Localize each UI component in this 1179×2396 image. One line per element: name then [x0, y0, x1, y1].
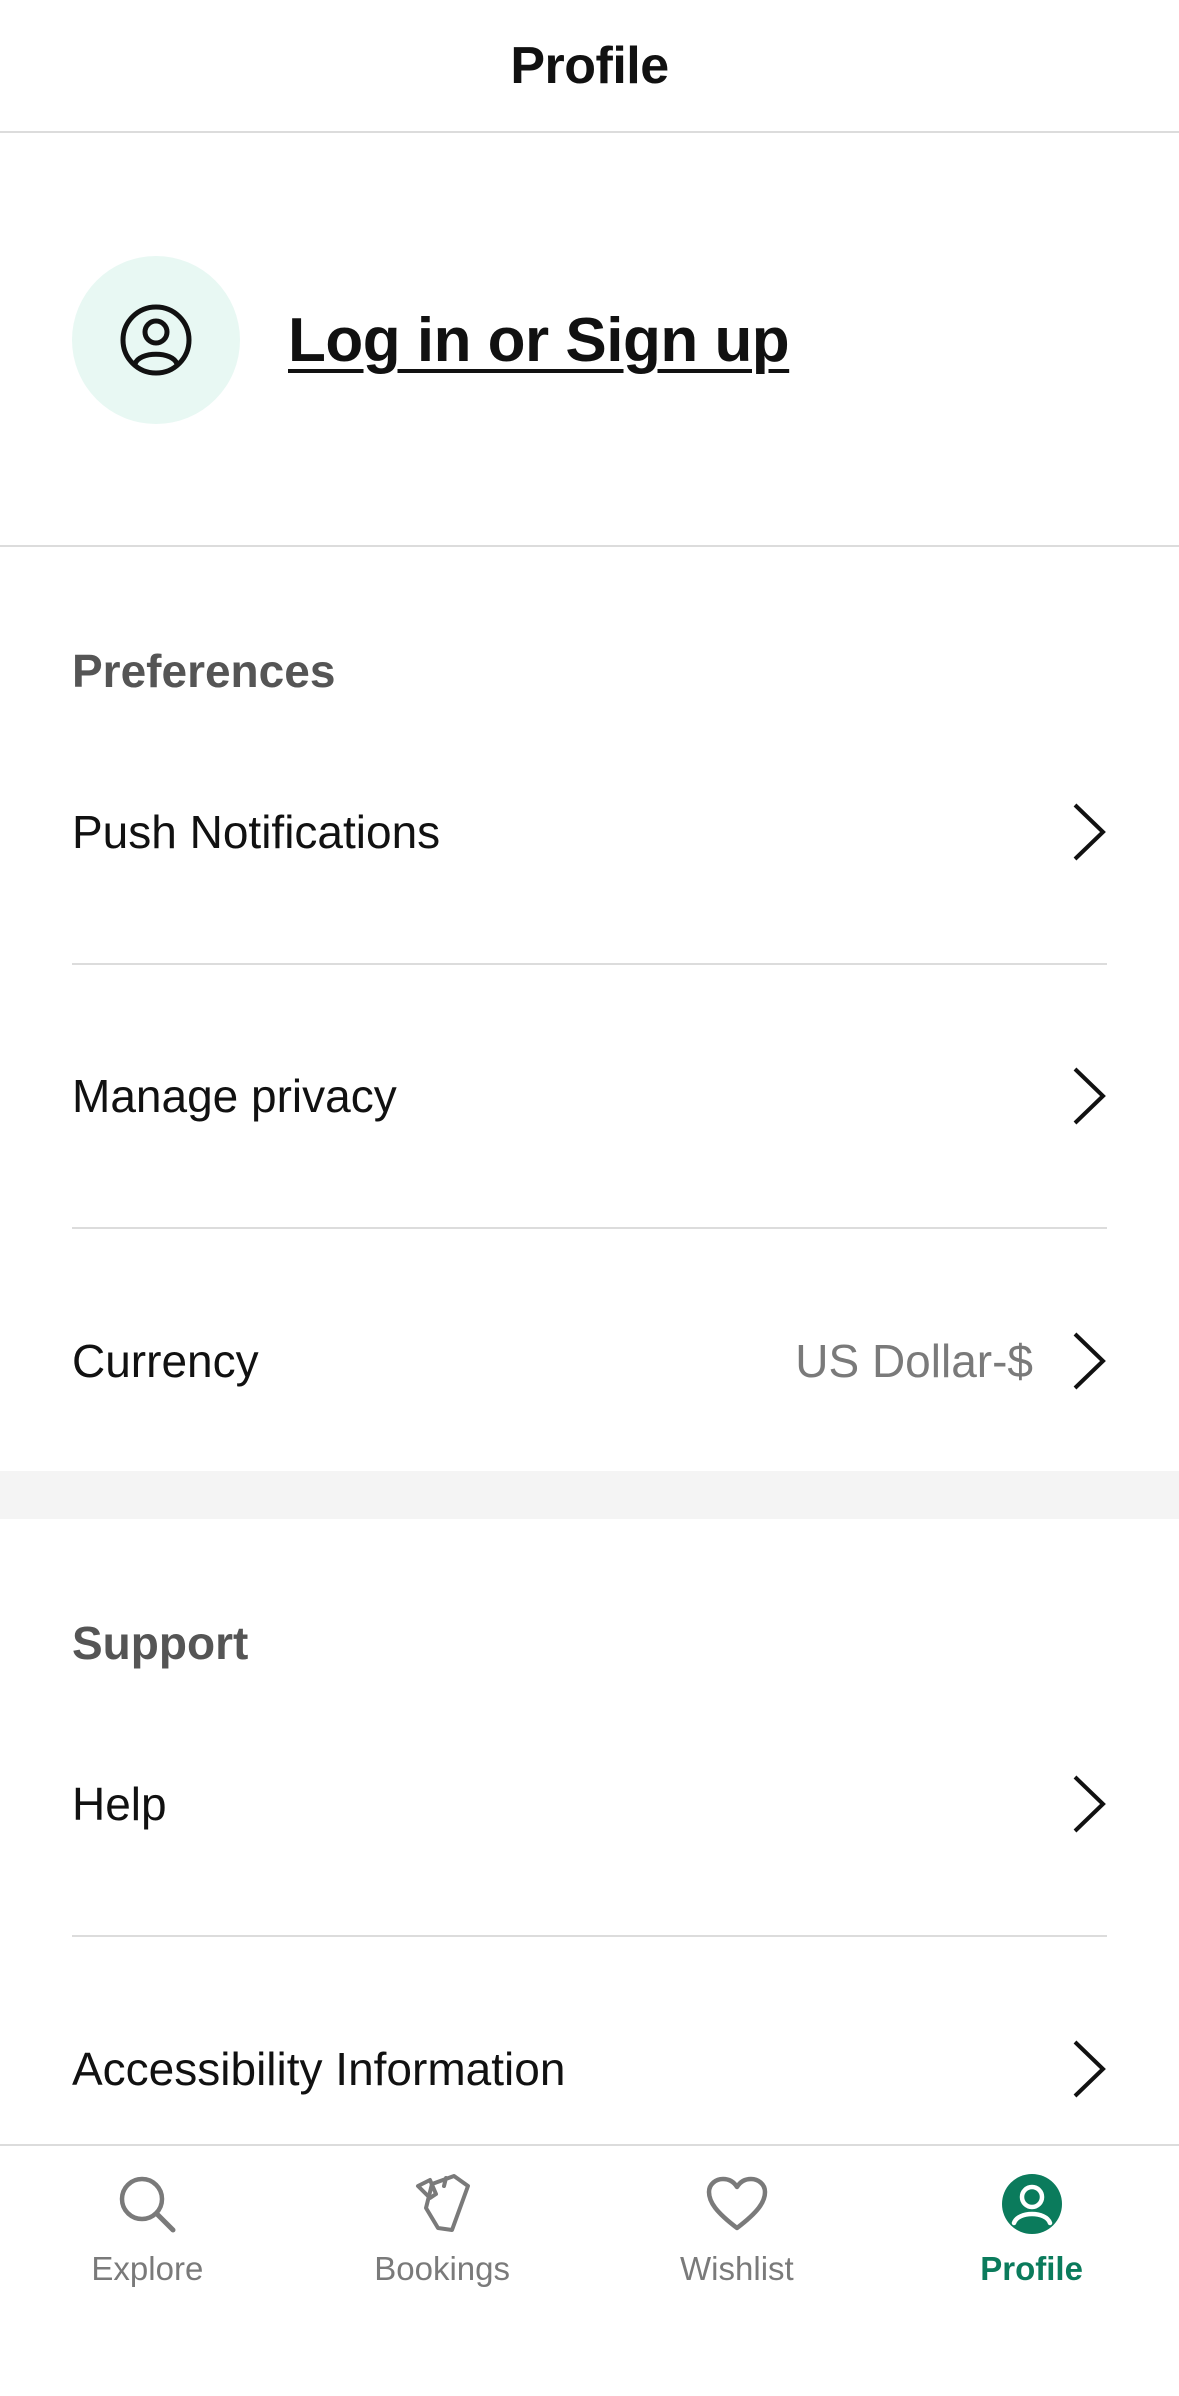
push-notifications-label: Push Notifications — [72, 806, 441, 858]
tab-wishlist[interactable]: Wishlist — [590, 2146, 885, 2396]
chevron-right-icon — [1073, 1067, 1106, 1125]
tab-explore[interactable]: Explore — [0, 2146, 295, 2396]
chevron-right-icon — [1073, 1332, 1106, 1390]
profile-icon — [1000, 2172, 1064, 2236]
currency-value: US Dollar-$ — [795, 1335, 1033, 1387]
login-section: Log in or Sign up — [0, 133, 1179, 547]
section-divider — [0, 1471, 1179, 1519]
tab-wishlist-label: Wishlist — [680, 2250, 794, 2287]
login-signup-link[interactable]: Log in or Sign up — [288, 305, 790, 376]
heart-icon — [705, 2172, 769, 2236]
tickets-icon — [410, 2172, 474, 2236]
chevron-right-icon — [1073, 803, 1106, 861]
tab-bookings[interactable]: Bookings — [295, 2146, 590, 2396]
push-notifications-row[interactable]: Push Notifications — [72, 701, 1107, 965]
user-circle-icon — [120, 304, 192, 376]
page-title: Profile — [510, 36, 669, 95]
currency-value-group: US Dollar-$ — [795, 1331, 1107, 1391]
chevron-right-icon — [1073, 1775, 1106, 1833]
tab-bookings-label: Bookings — [374, 2250, 510, 2287]
help-label: Help — [72, 1778, 167, 1830]
tab-explore-label: Explore — [91, 2250, 204, 2287]
preferences-section-title: Preferences — [72, 645, 336, 697]
search-icon — [115, 2172, 179, 2236]
manage-privacy-label: Manage privacy — [72, 1070, 397, 1122]
avatar — [72, 256, 240, 424]
chevron-right-icon — [1073, 2040, 1106, 2098]
tab-profile-label: Profile — [980, 2250, 1083, 2287]
currency-label: Currency — [72, 1335, 259, 1387]
top-bar: Profile — [0, 0, 1179, 133]
accessibility-information-label: Accessibility Information — [72, 2043, 566, 2095]
tab-profile[interactable]: Profile — [884, 2146, 1179, 2396]
currency-row[interactable]: Currency US Dollar-$ — [72, 1229, 1107, 1493]
bottom-tab-bar: Explore Bookings Wishlist Profile — [0, 2144, 1179, 2396]
help-row[interactable]: Help — [72, 1673, 1107, 1937]
manage-privacy-row[interactable]: Manage privacy — [72, 965, 1107, 1229]
support-section-title: Support — [72, 1617, 249, 1669]
